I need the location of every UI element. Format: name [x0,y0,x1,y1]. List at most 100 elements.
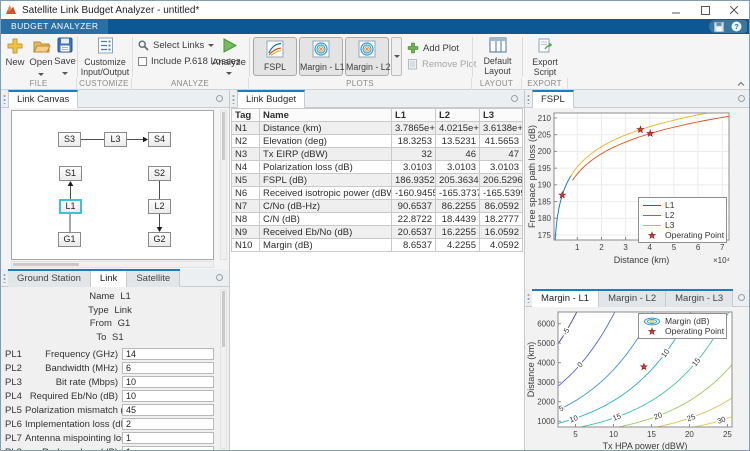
panel-menu-icon[interactable] [738,95,745,102]
canvas-horizontal-scrollbar[interactable] [11,261,214,268]
property-input[interactable] [122,432,214,444]
vertical-splitter[interactable] [229,90,230,450]
margin-tab[interactable]: Margin - L2 [599,291,667,307]
property-input[interactable] [122,390,214,402]
panel-menu-icon[interactable] [511,95,518,102]
analyze-button[interactable]: Analyze [212,37,246,79]
properties-tab[interactable]: Link [90,271,128,287]
col-tag[interactable]: Tag [231,108,260,122]
analyze-caret[interactable] [226,72,232,76]
canvas-node-l1[interactable]: L1 [59,199,82,214]
margin-tab[interactable]: Margin - L1 [532,291,600,307]
link-budget-rows: N1 Distance (km) 3.7865e+03 4.0215e+04 3… [231,121,523,252]
remove-plot-button[interactable]: Remove Plot [407,58,476,70]
canvas-vertical-scrollbar[interactable] [220,110,227,260]
panel-menu-icon[interactable] [216,95,223,102]
tab-link-canvas[interactable]: Link Canvas [8,90,79,108]
property-input[interactable] [122,418,214,430]
matlab-logo-icon [6,5,16,14]
canvas-node-s2[interactable]: S2 [148,166,171,181]
canvas-node-s4[interactable]: S4 [148,132,171,147]
close-button[interactable] [720,1,749,19]
panel-drag-handle[interactable] [527,94,530,104]
svg-text:7: 7 [720,243,725,252]
panel-drag-handle[interactable] [527,293,530,303]
save-button[interactable]: Save [54,37,76,78]
gallery-dropdown-button[interactable] [391,37,402,76]
property-input[interactable] [122,362,214,374]
table-row[interactable]: N7 C/No (dB-Hz) 90.6537 86.2255 86.0592 [231,199,523,213]
add-plot-button[interactable]: Add Plot [407,42,459,54]
minimize-button[interactable] [662,1,691,19]
table-row[interactable]: N3 Tx EIRP (dBW) 32 46 47 [231,147,523,161]
svg-text:195: 195 [538,164,552,173]
svg-text:15: 15 [647,430,656,439]
col-l3[interactable]: L3 [479,108,523,122]
table-row[interactable]: N9 Received Eb/No (dB) 20.6537 16.2255 1… [231,225,523,239]
margin-tab[interactable]: Margin - L3 [666,291,734,307]
remove-plot-icon [408,59,417,70]
plot-gallery-fspl[interactable]: FSPL [253,37,297,76]
col-name[interactable]: Name [259,108,392,122]
vertical-splitter[interactable] [524,90,525,450]
properties-tab-group: Ground Station Link Satellite [8,269,181,287]
table-row[interactable]: N2 Elevation (deg) 18.3253 13.5231 41.56… [231,134,523,148]
default-layout-button[interactable]: Default Layout [475,37,520,76]
property-input[interactable] [122,348,214,360]
property-input[interactable] [122,404,214,416]
table-row[interactable]: N6 Received isotropic power (dBW) -160.9… [231,186,523,200]
table-row[interactable]: N1 Distance (km) 3.7865e+03 4.0215e+04 3… [231,121,523,135]
legend-entry: Margin (dB) [643,316,722,326]
canvas-node-l2[interactable]: L2 [148,199,171,214]
plot-gallery-margin-l2[interactable]: Margin - L2 [345,37,391,76]
table-row[interactable]: N5 FSPL (dB) 186.9352 205.3634 206.5296 [231,173,523,187]
panel-menu-icon[interactable] [216,274,223,281]
panel-drag-handle[interactable] [3,273,6,283]
maximize-button[interactable] [691,1,720,19]
help-icon[interactable]: ? [731,21,742,32]
table-row[interactable]: N10 Margin (dB) 8.6537 4.2255 4.0592 [231,238,523,252]
properties-scrollbar[interactable] [220,289,227,449]
link-canvas[interactable]: S3 L3 S4 S1 S2 L1 L2 G1 G2 [11,110,214,260]
properties-tab[interactable]: Ground Station [8,271,91,287]
panel-menu-icon[interactable] [738,294,745,301]
scrollbar-thumb[interactable] [222,112,225,160]
remove-plot-label: Remove Plot [422,58,477,70]
checkbox-box[interactable] [138,57,147,66]
select-links-button[interactable]: Select Links [138,40,215,51]
open-icon [32,41,51,53]
tab-budget-analyzer[interactable]: BUDGET ANALYZER [1,19,109,34]
open-button[interactable]: Open [29,37,53,79]
canvas-node-l3[interactable]: L3 [104,132,127,147]
new-button[interactable]: New [3,37,27,68]
cell-l2: 46 [435,147,480,161]
canvas-node-s1[interactable]: S1 [59,166,82,181]
open-dropdown-caret[interactable] [38,72,44,76]
quick-save-icon[interactable] [714,21,724,32]
plot-gallery-margin-l1[interactable]: Margin - L1 [299,37,345,76]
svg-text:10: 10 [609,430,618,439]
legend-entry: Operating Point [643,230,724,240]
customize-io-button[interactable]: Customize Input/Output [80,37,130,77]
canvas-node-g1[interactable]: G1 [58,232,81,247]
property-input[interactable] [122,446,214,450]
gallery-margin-l1-label: Margin - L1 [300,62,345,72]
property-input[interactable] [122,376,214,388]
panel-drag-handle[interactable] [3,94,6,104]
panel-drag-handle[interactable] [232,94,235,104]
col-l1[interactable]: L1 [391,108,436,122]
canvas-node-s3[interactable]: S3 [58,132,81,147]
tab-link-budget[interactable]: Link Budget [237,90,306,108]
svg-text:175: 175 [538,231,552,240]
table-row[interactable]: N8 C/N (dB) 22.8722 18.4439 18.2777 [231,212,523,226]
property-row: PL2 Bandwidth (MHz) [1,362,219,376]
export-script-button[interactable]: Export Script [525,37,565,77]
col-l2[interactable]: L2 [435,108,480,122]
table-row[interactable]: N4 Polarization loss (dB) 3.0103 3.0103 … [231,160,523,174]
scrollbar-thumb[interactable] [13,263,79,266]
canvas-node-g2[interactable]: G2 [148,232,171,247]
properties-tab[interactable]: Satellite [127,271,181,287]
tab-fspl[interactable]: FSPL [532,90,574,108]
save-dropdown-caret[interactable] [62,71,68,75]
scrollbar-thumb[interactable] [222,291,225,347]
